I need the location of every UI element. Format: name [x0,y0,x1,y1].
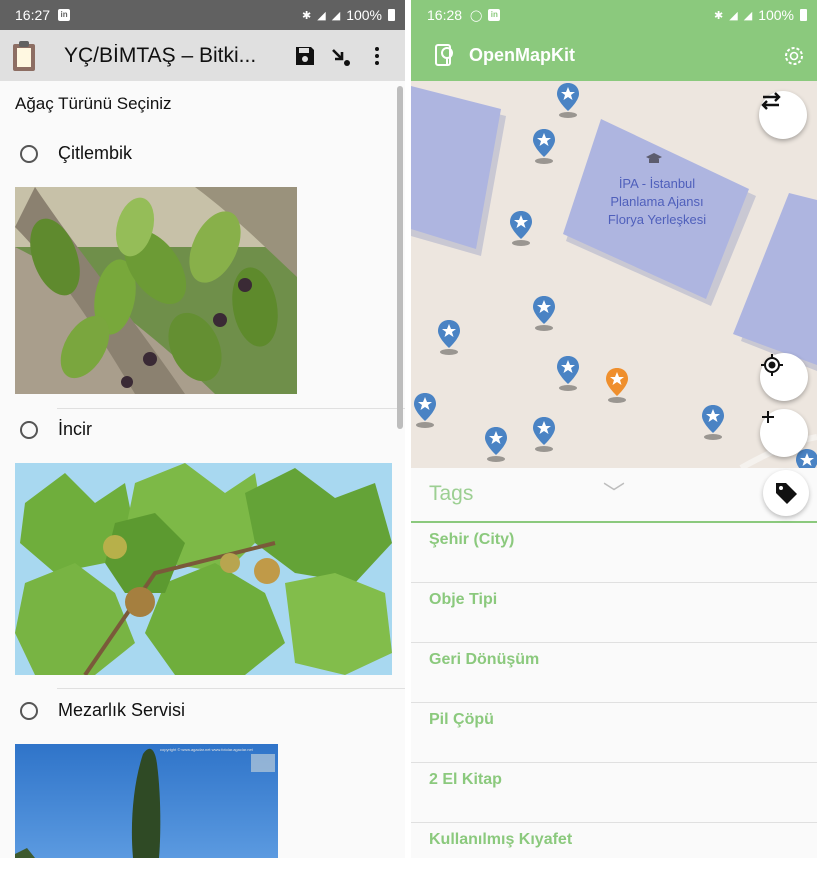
choice-label: İncir [58,419,93,439]
tag-icon [776,483,797,504]
status-time: 16:27 [15,7,51,23]
tag-row[interactable]: 2 El Kitap [411,763,817,823]
signal-icon: ◢ [317,9,326,22]
tag-row[interactable]: Kullanılmış Kıyafet [411,823,817,858]
status-bar: 16:28 ◯ in ✱ ◢ ◢ 100% [411,0,817,30]
tag-label: Geri Dönüşüm [429,651,540,668]
bluetooth-icon: ✱ [302,9,312,22]
tags-header[interactable]: Tags ﹀ [411,468,817,523]
battery-percent: 100% [346,7,382,23]
tags-list: Şehir (City) Obje Tipi Geri Dönüşüm Pil Çöp… [411,523,817,858]
tag-label: Şehir (City) [429,531,515,548]
tag-label: 2 El Kitap [429,771,502,788]
crosshair-location-icon [761,354,783,376]
tag-label: Kullanılmış Kıyafet [429,831,573,848]
map-marker-icon[interactable] [508,209,534,247]
swap-arrows-icon [761,92,781,110]
incir-image [15,463,392,675]
map-marker-icon[interactable] [555,81,581,119]
mezarlik-servisi-image: copyright © www.agaclar.net www.fotolar.… [15,744,278,858]
jump-arrow-icon [332,48,350,66]
jump-to-button[interactable] [323,38,359,74]
tag-label: Obje Tipi [429,591,498,608]
tag-row[interactable]: Geri Dönüşüm [411,643,817,703]
openmapkit-logo-icon [435,43,453,66]
whatsapp-icon: ◯ [470,9,483,22]
map-marker-icon[interactable] [700,403,726,441]
choice-divider [57,688,405,689]
tag-row[interactable]: Pil Çöpü [411,703,817,763]
radio-button[interactable] [20,144,38,163]
odk-collect-screen: 16:27 in ✱ ◢ ◢ 100% YÇ/BİMTAŞ – Bitki... [0,0,405,858]
choice-divider [57,408,405,409]
tags-title: Tags [429,482,474,505]
map-view[interactable]: İPA - İstanbul Planlama Ajansı Florya Ye… [411,81,817,468]
map-marker-icon[interactable] [531,127,557,165]
tag-row[interactable]: Şehir (City) [411,523,817,583]
map-marker-icon[interactable] [412,391,438,429]
my-location-button[interactable] [760,353,808,401]
tag-row[interactable]: Obje Tipi [411,583,817,643]
status-bar: 16:27 in ✱ ◢ ◢ 100% [0,0,405,30]
tag-label: Pil Çöpü [429,711,494,728]
tag-button[interactable] [763,470,809,516]
building-label: İPA - İstanbul Planlama Ajansı Florya Ye… [607,176,707,227]
switch-layers-button[interactable] [759,91,807,139]
openmapkit-screen: 16:28 ◯ in ✱ ◢ ◢ 100% OpenMapKit İPA - İ… [411,0,817,858]
zoom-in-button[interactable] [760,409,808,457]
form-body[interactable]: Ağaç Türünü Seçiniz Çitlembik İncir Meza… [0,81,405,858]
bluetooth-icon: ✱ [714,9,724,22]
clipboard-icon [11,40,37,71]
question-label: Ağaç Türünü Seçiniz [15,94,172,113]
save-icon [296,46,314,65]
radio-button[interactable] [20,420,38,439]
choice-incir[interactable]: İncir [20,419,92,440]
settings-gear-icon[interactable] [781,43,807,69]
map-marker-icon[interactable] [531,415,557,453]
form-toolbar: YÇ/BİMTAŞ – Bitki... [0,30,405,81]
map-marker-icon[interactable] [555,354,581,392]
overflow-menu-button[interactable] [359,38,395,74]
citlembik-image [15,187,297,394]
choice-label: Çitlembik [58,143,133,163]
map-canvas [411,86,817,468]
map-marker-icon[interactable] [483,425,509,463]
linkedin-icon: in [488,9,501,21]
status-time: 16:28 [427,7,463,23]
battery-icon [800,9,807,21]
app-toolbar: OpenMapKit [411,30,817,81]
linkedin-icon: in [58,9,71,21]
wifi-icon: ◢ [743,9,753,22]
choice-citlembik[interactable]: Çitlembik [20,143,132,164]
chevron-down-icon[interactable]: ﹀ [603,476,625,508]
wifi-icon: ◢ [331,9,341,22]
battery-percent: 100% [758,7,794,23]
choice-mezarlik-servisi[interactable]: Mezarlık Servisi [20,700,185,721]
map-marker-icon[interactable] [436,318,462,356]
battery-icon [388,9,395,21]
app-title: OpenMapKit [469,45,575,65]
choice-label: Mezarlık Servisi [58,700,186,720]
more-vert-icon [375,46,379,65]
image-watermark: copyright © www.agaclar.net www.fotolar.… [160,747,254,752]
plus-icon [762,411,774,423]
radio-button[interactable] [20,701,38,720]
scrollbar[interactable] [397,86,403,429]
signal-icon: ◢ [729,9,738,22]
selected-map-marker-icon[interactable] [604,366,630,404]
save-button[interactable] [287,38,323,74]
map-marker-icon[interactable] [531,294,557,332]
form-title: YÇ/BİMTAŞ – Bitki... [64,43,257,67]
